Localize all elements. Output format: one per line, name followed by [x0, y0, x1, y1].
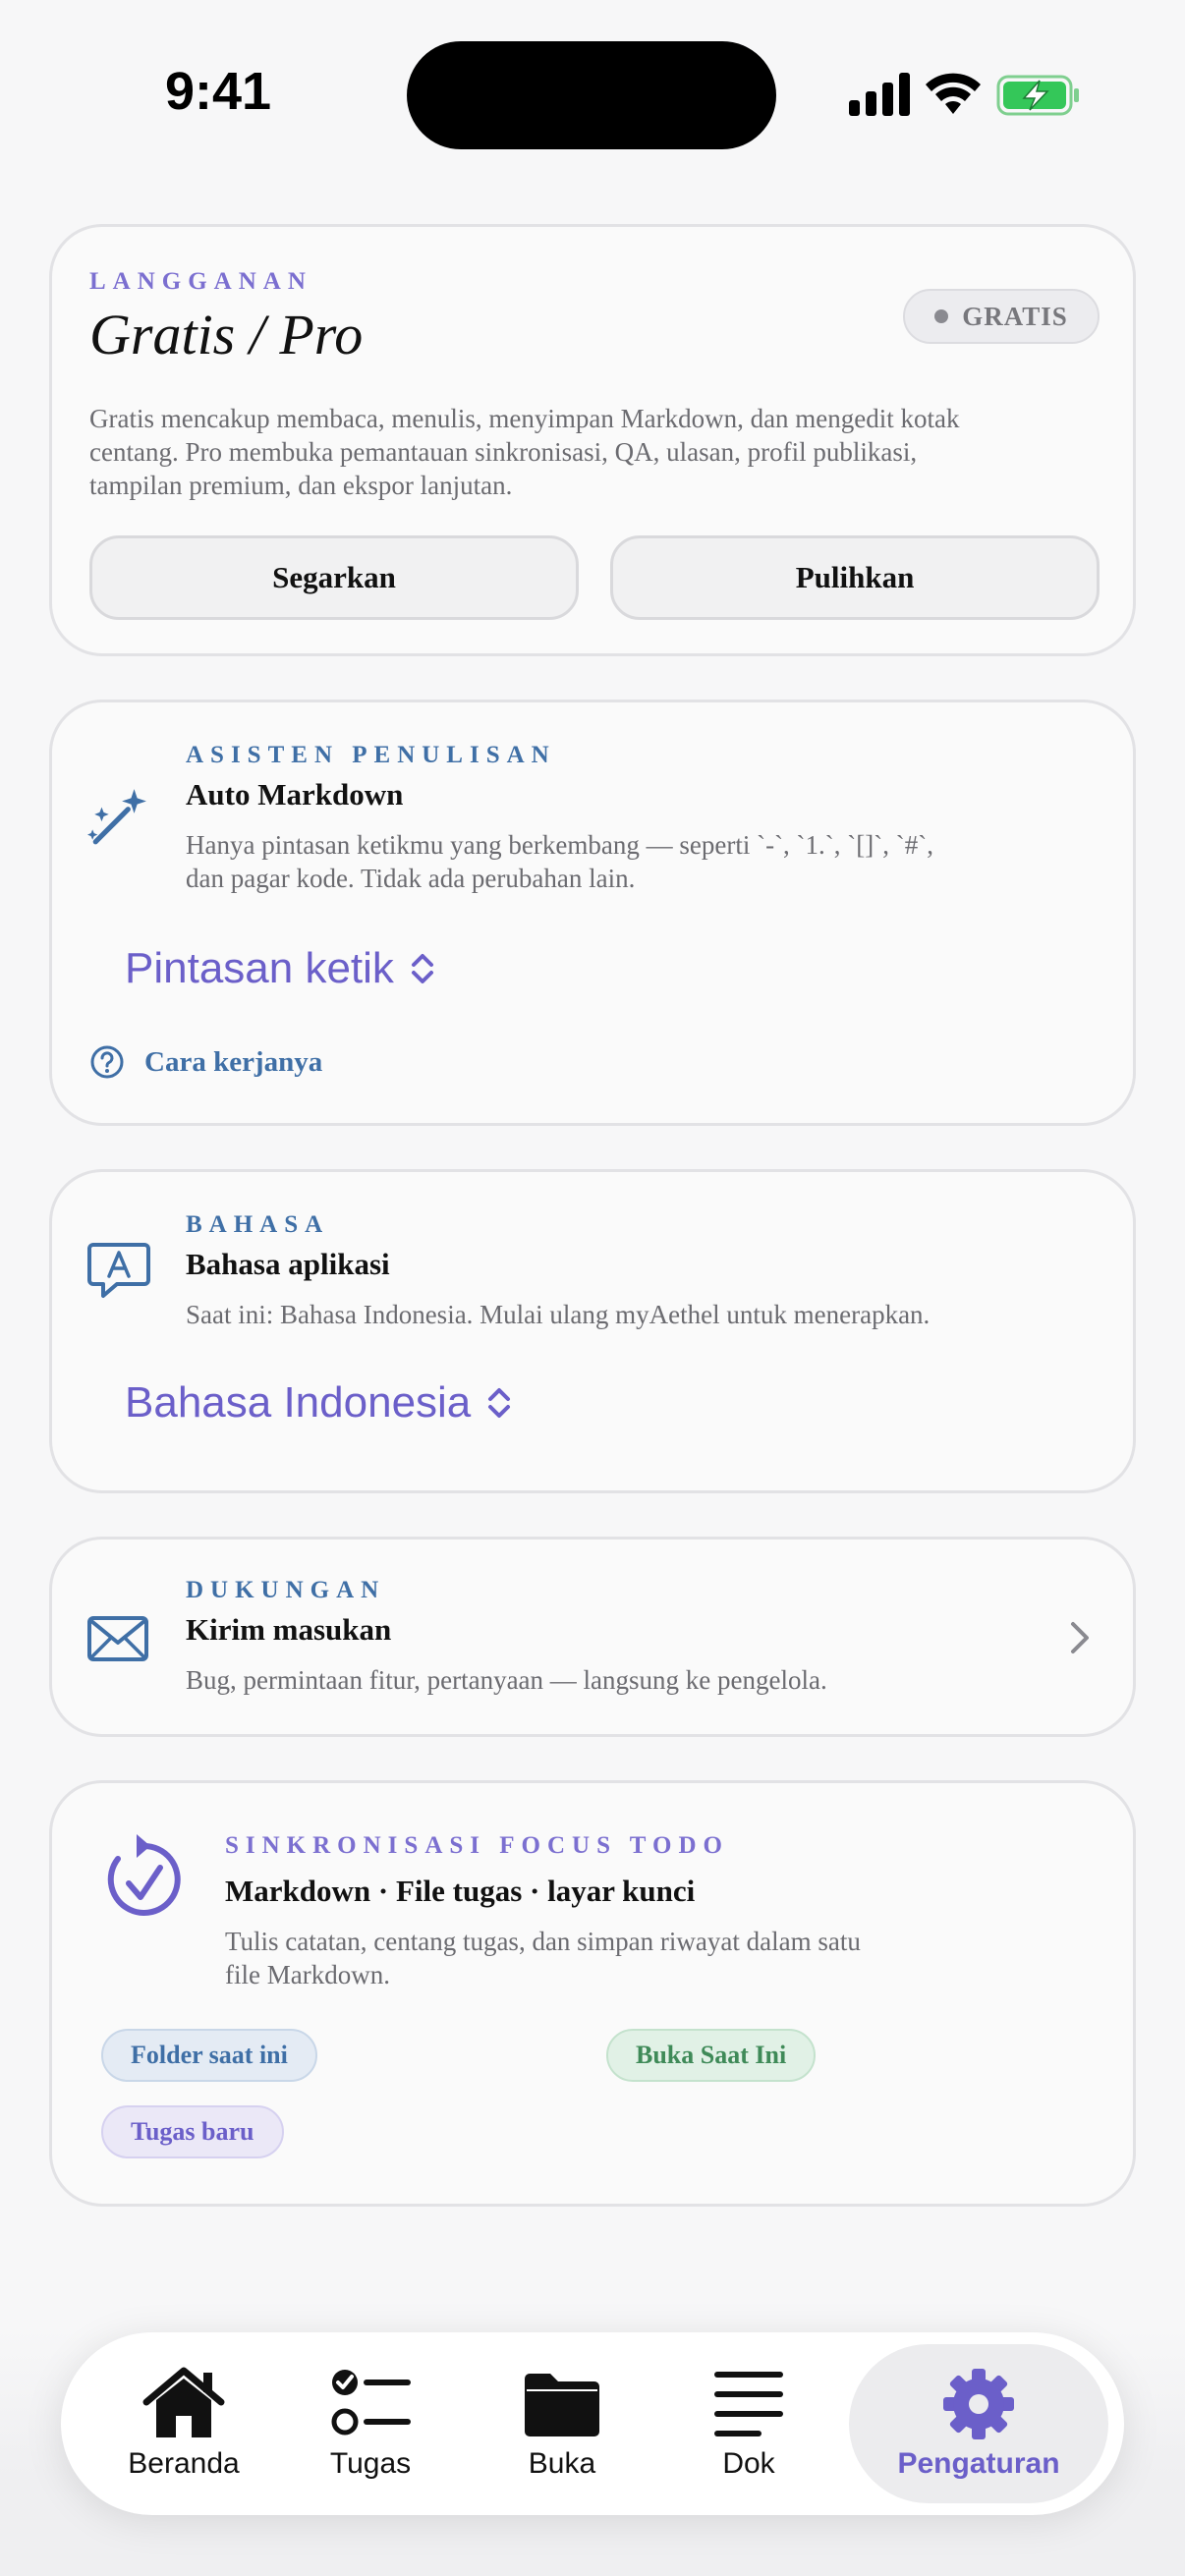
badge-label: GRATIS: [962, 301, 1068, 331]
language-heading: Bahasa aplikasi: [186, 1247, 390, 1281]
help-circle-icon: [90, 1045, 124, 1079]
chevron-up-down-icon: [411, 954, 433, 983]
description-line: file Markdown.: [225, 1960, 390, 1989]
chevron-right-icon: [1071, 1622, 1089, 1653]
sync-description: Tulis catatan, centang tugas, dan simpan…: [225, 1925, 1011, 1991]
wifi-icon: [926, 73, 981, 114]
writing-assistant-card: ASISTEN PENULISAN Auto Markdown Hanya pi…: [49, 700, 1136, 1126]
description-line: tampilan premium, dan ekspor lanjutan.: [89, 471, 513, 500]
language-picker[interactable]: Bahasa Indonesia: [125, 1378, 514, 1428]
tab-open-label: Buka: [528, 2447, 596, 2480]
sync-heading: Markdown · File tugas · layar kunci: [225, 1874, 696, 1908]
shortcut-picker[interactable]: Pintasan ketik: [125, 944, 437, 993]
new-task-chip[interactable]: Tugas baru: [101, 2105, 284, 2158]
dynamic-island: [407, 41, 776, 149]
description-line: Tulis catatan, centang tugas, dan simpan…: [225, 1927, 861, 1956]
open-now-chip[interactable]: Buka Saat Ini: [606, 2029, 817, 2082]
tab-settings[interactable]: Pengaturan: [849, 2344, 1108, 2503]
tab-settings-label: Pengaturan: [897, 2447, 1060, 2480]
language-card: BAHASA Bahasa aplikasi Saat ini: Bahasa …: [49, 1169, 1136, 1493]
home-icon: [142, 2367, 225, 2437]
checklist-icon: [331, 2370, 411, 2436]
support-description: Bug, permintaan fitur, pertanyaan — lang…: [186, 1665, 827, 1695]
assistant-description: Hanya pintasan ketikmu yang berkembang —…: [186, 828, 1109, 895]
tab-docs[interactable]: Dok: [690, 2344, 808, 2503]
description-line: centang. Pro membuka pemantauan sinkroni…: [89, 437, 918, 467]
how-it-works-link[interactable]: Cara kerjanya: [89, 1044, 322, 1080]
sync-check-icon: [107, 1834, 181, 1916]
envelope-icon: [87, 1616, 148, 1661]
language-eyebrow: BAHASA: [186, 1211, 330, 1238]
support-card[interactable]: DUKUNGAN Kirim masukan Bug, permintaan f…: [49, 1537, 1136, 1737]
tab-home[interactable]: Beranda: [100, 2344, 267, 2503]
language-description: Saat ini: Bahasa Indonesia. Mulai ulang …: [186, 1300, 931, 1329]
focus-todo-sync-card: SINKRONISASI FOCUS TODO Markdown · File …: [49, 1780, 1136, 2207]
shortcut-picker-value: Pintasan ketik: [125, 944, 394, 992]
tab-bar: Beranda Tugas Buka Dok Pengaturan: [61, 2332, 1124, 2515]
gear-icon: [943, 2369, 1014, 2439]
battery-charging-icon: [996, 75, 1079, 116]
tab-docs-label: Dok: [722, 2447, 775, 2480]
restore-button[interactable]: Pulihkan: [610, 535, 1100, 620]
status-bar: 9:41: [0, 0, 1185, 187]
subscription-title: Gratis / Pro: [89, 303, 364, 366]
subscription-description: Gratis mencakup membaca, menulis, menyim…: [89, 402, 1111, 502]
sync-eyebrow: SINKRONISASI FOCUS TODO: [225, 1832, 729, 1859]
language-picker-value: Bahasa Indonesia: [125, 1378, 472, 1427]
plan-status-badge: GRATIS: [903, 289, 1100, 344]
support-heading: Kirim masukan: [186, 1612, 392, 1647]
status-time: 9:41: [165, 62, 272, 121]
tab-tasks[interactable]: Tugas: [297, 2344, 444, 2503]
tab-open[interactable]: Buka: [493, 2344, 631, 2503]
chevron-up-down-icon: [488, 1388, 511, 1418]
subscription-card: LANGGANAN Gratis / Pro GRATIS Gratis men…: [49, 224, 1136, 656]
tab-home-label: Beranda: [128, 2447, 240, 2480]
support-eyebrow: DUKUNGAN: [186, 1577, 386, 1603]
assistant-heading: Auto Markdown: [186, 777, 404, 812]
subscription-eyebrow: LANGGANAN: [89, 268, 312, 295]
current-folder-chip[interactable]: Folder saat ini: [101, 2029, 317, 2082]
refresh-button[interactable]: Segarkan: [89, 535, 579, 620]
document-lines-icon: [714, 2372, 783, 2436]
language-bubble-icon: [87, 1243, 150, 1298]
description-line: Gratis mencakup membaca, menulis, menyim…: [89, 404, 960, 433]
how-it-works-label: Cara kerjanya: [144, 1045, 323, 1078]
cellular-signal-icon: [849, 73, 910, 116]
badge-dot-icon: [934, 309, 949, 323]
tab-tasks-label: Tugas: [329, 2447, 412, 2480]
description-line: Hanya pintasan ketikmu yang berkembang —…: [186, 830, 933, 860]
assistant-eyebrow: ASISTEN PENULISAN: [186, 742, 556, 768]
folder-icon: [525, 2374, 599, 2436]
description-line: dan pagar kode. Tidak ada perubahan lain…: [186, 864, 636, 893]
magic-wand-icon: [87, 789, 146, 845]
